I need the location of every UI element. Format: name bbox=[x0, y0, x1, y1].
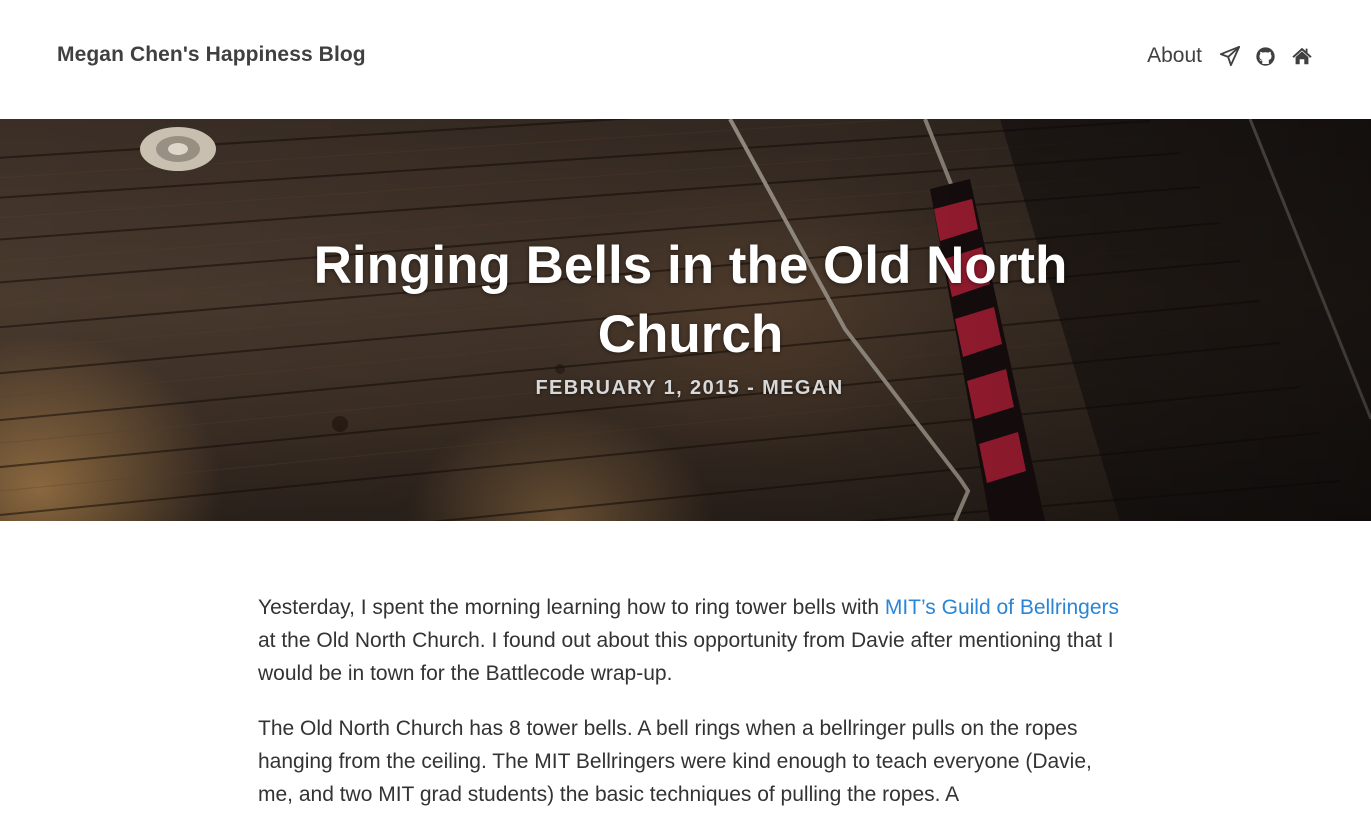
paper-plane-icon[interactable] bbox=[1218, 45, 1241, 68]
paragraph-text: Yesterday, I spent the morning learning … bbox=[258, 596, 885, 619]
post-meta: FEBRUARY 1, 2015 - MEGAN bbox=[535, 377, 844, 399]
home-icon[interactable] bbox=[1290, 45, 1313, 68]
paragraph: The Old North Church has 8 tower bells. … bbox=[258, 717, 1092, 806]
blog-title-link[interactable]: Megan Chen's Happiness Blog bbox=[57, 43, 366, 67]
nav-links: About bbox=[1147, 43, 1313, 69]
article-body: Yesterday, I spent the morning learning … bbox=[258, 591, 1128, 833]
post-heading: Ringing Bells in the Old North Church FE… bbox=[0, 119, 1371, 521]
post-title: Ringing Bells in the Old North Church bbox=[313, 236, 1068, 364]
paragraph: Yesterday, I spent the morning learning … bbox=[258, 591, 1128, 690]
navbar: Megan Chen's Happiness Blog About bbox=[0, 0, 1371, 119]
github-icon[interactable] bbox=[1254, 45, 1277, 68]
about-link[interactable]: About bbox=[1147, 44, 1202, 68]
post-header-image: Ringing Bells in the Old North Church FE… bbox=[0, 119, 1371, 521]
paragraph-text: at the Old North Church. I found out abo… bbox=[258, 629, 1114, 685]
guild-of-bellringers-link[interactable]: MIT’s Guild of Bellringers bbox=[885, 596, 1119, 619]
